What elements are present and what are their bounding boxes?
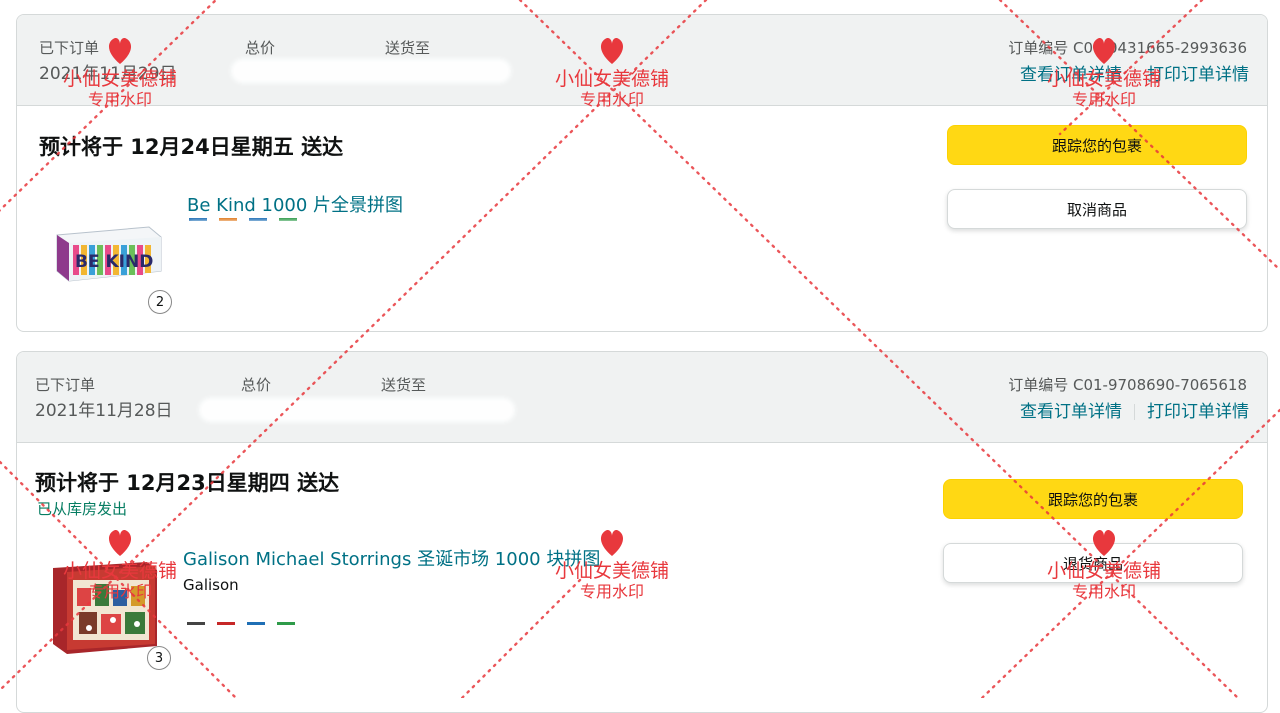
quantity-badge: 2 xyxy=(148,290,172,314)
order-placed-date: 2021年11月28日 xyxy=(35,401,173,421)
view-order-details-link[interactable]: 查看订单详情 xyxy=(1020,65,1122,85)
ship-to-label: 送货至 xyxy=(385,39,431,57)
print-order-details-link[interactable]: 打印订单详情 xyxy=(1147,402,1249,422)
ship-to-label: 送货至 xyxy=(381,376,427,394)
track-package-button[interactable]: 跟踪您的包裹 xyxy=(947,125,1247,165)
order-header: 已下订单 2021年11月28日 总价 送货至 订单编号 C01-9708690… xyxy=(17,352,1267,443)
order-links: 查看订单详情 打印订单详情 xyxy=(1020,60,1249,85)
link-divider xyxy=(1134,67,1135,83)
shipment-status: 已从库房发出 xyxy=(37,500,128,518)
redacted-block xyxy=(163,598,355,622)
order-placed-label: 已下订单 xyxy=(39,39,100,57)
order-total-label: 总价 xyxy=(245,39,276,57)
color-swatch xyxy=(217,622,235,625)
color-swatch xyxy=(187,622,205,625)
product-title-link[interactable]: Galison Michael Storrings 圣诞市场 1000 块拼图 xyxy=(183,545,600,571)
product-brand: Galison xyxy=(183,576,239,594)
delivery-estimate: 预计将于 12月24日星期五 送达 xyxy=(39,135,344,159)
order-number: 订单编号 C01-9708690-7065618 xyxy=(1008,376,1247,394)
color-swatch xyxy=(277,622,295,625)
redacted-block xyxy=(199,398,515,422)
product-image[interactable] xyxy=(49,558,161,658)
order-links: 查看订单详情 打印订单详情 xyxy=(1020,397,1249,422)
order-number: 订单编号 C01-0431665-2993636 xyxy=(1008,39,1247,57)
redacted-block xyxy=(181,221,371,249)
thumb-text: BE KIND xyxy=(75,252,153,272)
product-image[interactable]: BE KIND xyxy=(53,221,165,283)
redacted-block xyxy=(231,59,511,83)
order-header: 已下订单 2021年11月29日 总价 送货至 订单编号 C01-0431665… xyxy=(17,15,1267,106)
link-divider xyxy=(1134,404,1135,420)
product-title-link[interactable]: Be Kind 1000 片全景拼图 xyxy=(187,191,403,217)
quantity-badge: 3 xyxy=(147,646,171,670)
order-placed-date: 2021年11月29日 xyxy=(39,64,177,84)
track-package-button[interactable]: 跟踪您的包裹 xyxy=(943,479,1243,519)
return-items-button[interactable]: 退货商品 xyxy=(943,543,1243,583)
order-card: 已下订单 2021年11月29日 总价 送货至 订单编号 C01-0431665… xyxy=(16,14,1268,332)
print-order-details-link[interactable]: 打印订单详情 xyxy=(1147,65,1249,85)
delivery-estimate: 预计将于 12月23日星期四 送达 xyxy=(35,471,340,495)
cancel-items-button[interactable]: 取消商品 xyxy=(947,189,1247,229)
view-order-details-link[interactable]: 查看订单详情 xyxy=(1020,402,1122,422)
order-placed-label: 已下订单 xyxy=(35,376,96,394)
order-total-label: 总价 xyxy=(241,376,272,394)
color-swatch xyxy=(247,622,265,625)
order-card: 已下订单 2021年11月28日 总价 送货至 订单编号 C01-9708690… xyxy=(16,351,1268,713)
